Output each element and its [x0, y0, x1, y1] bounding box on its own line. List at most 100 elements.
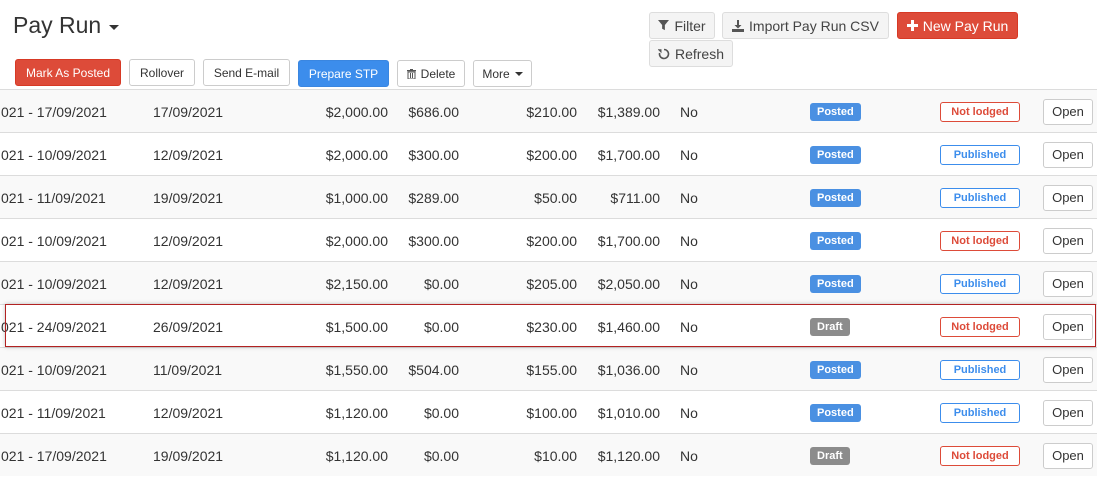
gross-amount-cell: $1,120.00: [325, 447, 388, 464]
open-button[interactable]: Open: [1043, 227, 1093, 254]
new-pay-run-button[interactable]: New Pay Run: [897, 12, 1018, 39]
gross-amount-cell: $1,550.00: [325, 361, 388, 378]
prepare-stp-button[interactable]: Prepare STP: [298, 60, 389, 87]
pay-period-cell: 021 - 10/09/2021: [1, 361, 107, 378]
flag-cell: No: [680, 404, 698, 421]
status-cell: Posted: [810, 391, 861, 434]
tax-amount-cell: $0.00: [423, 275, 459, 292]
open-button[interactable]: Open: [1043, 270, 1093, 297]
table-row[interactable]: 021 - 17/09/2021 17/09/2021 $2,000.00 $686.…: [0, 89, 1097, 132]
mark-as-posted-button[interactable]: Mark As Posted: [15, 59, 121, 86]
open-button[interactable]: Open: [1043, 141, 1093, 168]
open-cell: Open: [1043, 133, 1093, 176]
pay-period-cell: 021 - 24/09/2021: [1, 318, 107, 335]
flag-cell: No: [680, 447, 698, 464]
gross-amount-cell: $1,500.00: [325, 318, 388, 335]
refresh-icon: [657, 48, 670, 59]
delete-button[interactable]: Delete: [397, 60, 465, 87]
stp-cell: Published: [940, 348, 1020, 391]
status-badge: Posted: [810, 102, 861, 121]
super-amount-cell: $100.00: [526, 404, 577, 421]
pay-period-cell: 021 - 17/09/2021: [1, 447, 107, 464]
tax-amount-cell: $0.00: [423, 404, 459, 421]
rollover-button[interactable]: Rollover: [129, 59, 195, 86]
pay-period-cell: 021 - 10/09/2021: [1, 232, 107, 249]
open-cell: Open: [1043, 262, 1093, 305]
status-badge: Draft: [810, 317, 850, 336]
status-badge: Posted: [810, 188, 861, 207]
tax-amount-cell: $300.00: [408, 232, 459, 249]
stp-status-label: Not lodged: [940, 316, 1020, 337]
caret-down-icon: [514, 71, 523, 76]
page-title-dropdown[interactable]: Pay Run: [13, 12, 120, 39]
net-amount-cell: $1,120.00: [597, 447, 660, 464]
pay-period-cell: 021 - 11/09/2021: [1, 404, 106, 421]
status-cell: Posted: [810, 219, 861, 262]
pay-period-cell: 021 - 10/09/2021: [1, 275, 107, 292]
filter-button[interactable]: Filter: [649, 12, 715, 39]
flag-cell: No: [680, 189, 698, 206]
status-badge: Posted: [810, 231, 861, 250]
stp-cell: Not lodged: [940, 90, 1020, 133]
pay-date-cell: 19/09/2021: [153, 189, 224, 206]
tax-amount-cell: $504.00: [408, 361, 459, 378]
status-cell: Posted: [810, 348, 861, 391]
net-amount-cell: $1,010.00: [597, 404, 660, 421]
table-row[interactable]: 021 - 10/09/2021 12/09/2021 $2,000.00 $300.…: [0, 218, 1097, 261]
gross-amount-cell: $1,120.00: [325, 404, 388, 421]
net-amount-cell: $1,389.00: [597, 103, 660, 120]
import-csv-button[interactable]: Import Pay Run CSV: [722, 12, 889, 39]
new-pay-run-label: New Pay Run: [922, 17, 1009, 34]
open-button[interactable]: Open: [1043, 442, 1093, 469]
super-amount-cell: $210.00: [526, 103, 577, 120]
pay-date-cell: 12/09/2021: [153, 404, 224, 421]
flag-cell: No: [680, 318, 698, 335]
super-amount-cell: $50.00: [534, 189, 577, 206]
table-row[interactable]: 021 - 11/09/2021 12/09/2021 $1,120.00 $0.00…: [0, 390, 1097, 433]
status-cell: Posted: [810, 90, 861, 133]
super-amount-cell: $200.00: [526, 232, 577, 249]
send-email-button[interactable]: Send E-mail: [203, 59, 290, 86]
status-badge: Posted: [810, 360, 861, 379]
pay-period-cell: 021 - 17/09/2021: [1, 103, 107, 120]
open-button[interactable]: Open: [1043, 98, 1093, 125]
pay-period-cell: 021 - 10/09/2021: [1, 146, 107, 163]
table-row[interactable]: 021 - 24/09/2021 26/09/2021 $1,500.00 $0.00…: [0, 304, 1097, 347]
open-button[interactable]: Open: [1043, 356, 1093, 383]
delete-label: Delete: [420, 66, 456, 81]
pay-date-cell: 12/09/2021: [153, 275, 224, 292]
status-badge: Posted: [810, 403, 861, 422]
net-amount-cell: $1,036.00: [597, 361, 660, 378]
stp-status-label: Not lodged: [940, 230, 1020, 251]
pay-date-cell: 12/09/2021: [153, 232, 224, 249]
status-badge: Posted: [810, 274, 861, 293]
open-cell: Open: [1043, 391, 1093, 434]
table-row[interactable]: 021 - 11/09/2021 19/09/2021 $1,000.00 $289.…: [0, 175, 1097, 218]
stp-status-label: Published: [940, 359, 1020, 380]
stp-cell: Not lodged: [940, 305, 1020, 348]
more-dropdown-button[interactable]: More: [473, 60, 532, 87]
download-icon: [732, 19, 745, 32]
net-amount-cell: $1,700.00: [597, 146, 660, 163]
net-amount-cell: $2,050.00: [597, 275, 660, 292]
open-button[interactable]: Open: [1043, 184, 1093, 211]
table-row[interactable]: 021 - 10/09/2021 12/09/2021 $2,000.00 $300.…: [0, 132, 1097, 175]
refresh-button[interactable]: Refresh: [649, 40, 733, 67]
gross-amount-cell: $2,000.00: [325, 146, 388, 163]
stp-status-label: Not lodged: [940, 101, 1020, 122]
super-amount-cell: $10.00: [534, 447, 577, 464]
pay-period-cell: 021 - 11/09/2021: [1, 189, 106, 206]
tax-amount-cell: $0.00: [423, 318, 459, 335]
open-cell: Open: [1043, 176, 1093, 219]
table-row[interactable]: 021 - 10/09/2021 12/09/2021 $2,150.00 $0.00…: [0, 261, 1097, 304]
status-badge: Draft: [810, 446, 850, 465]
table-row[interactable]: 021 - 17/09/2021 19/09/2021 $1,120.00 $0.00…: [0, 433, 1097, 476]
stp-cell: Published: [940, 391, 1020, 434]
status-cell: Draft: [810, 434, 850, 477]
trash-icon: [406, 68, 416, 79]
open-cell: Open: [1043, 348, 1093, 391]
tax-amount-cell: $300.00: [408, 146, 459, 163]
open-button[interactable]: Open: [1043, 313, 1093, 340]
open-button[interactable]: Open: [1043, 399, 1093, 426]
table-row[interactable]: 021 - 10/09/2021 11/09/2021 $1,550.00 $504.…: [0, 347, 1097, 390]
